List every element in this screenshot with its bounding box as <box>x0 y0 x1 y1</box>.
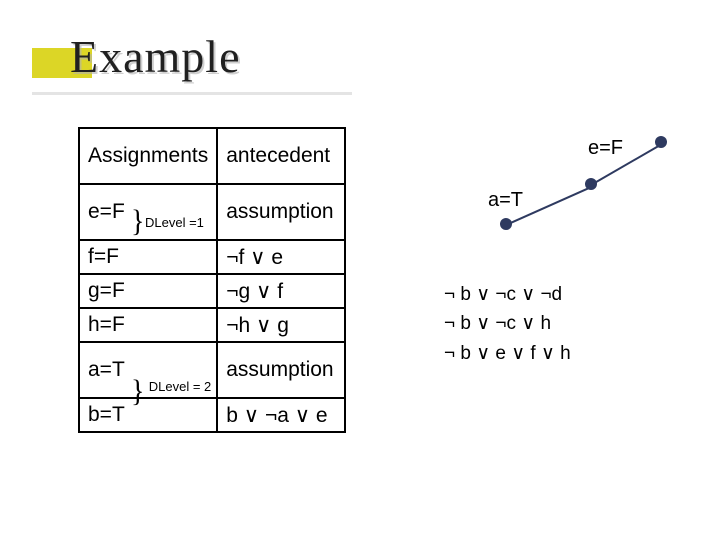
title-underline <box>32 92 352 95</box>
dlevel-label-1: DLevel =1 <box>145 216 204 230</box>
cell-assign: g=F <box>79 274 217 308</box>
clause-item: ¬ b ∨ e ∨ f ∨ h <box>444 339 571 368</box>
cell-assign: h=F <box>79 308 217 342</box>
node-label-aT: a=T <box>488 189 523 212</box>
table-row: h=F ¬h ∨ g <box>79 308 345 342</box>
table-row: g=F ¬g ∨ f <box>79 274 345 308</box>
dlevel-label-2: DLevel = 2 <box>148 380 212 394</box>
cell-ant: b ∨ ¬a ∨ e <box>217 398 345 432</box>
implication-graph: e=F a=T <box>430 128 710 278</box>
cell-assign: b=T <box>79 398 217 432</box>
table-row: e=F assumption <box>79 184 345 240</box>
clause-list: ¬ b ∨ ¬c ∨ ¬d ¬ b ∨ ¬c ∨ h ¬ b ∨ e ∨ f ∨… <box>444 280 571 368</box>
assignments-table: Assignments antecedent e=F assumption f=… <box>78 127 346 433</box>
cell-ant: ¬g ∨ f <box>217 274 345 308</box>
brace-icon: } <box>131 374 144 409</box>
header-assignments: Assignments <box>79 128 217 184</box>
clause-item: ¬ b ∨ ¬c ∨ ¬d <box>444 280 571 309</box>
cell-ant: ¬f ∨ e <box>217 240 345 274</box>
table-row: Assignments antecedent <box>79 128 345 184</box>
header-antecedent: antecedent <box>217 128 345 184</box>
cell-ant: assumption <box>217 184 345 240</box>
cell-ant: assumption <box>217 342 345 398</box>
table-row: f=F ¬f ∨ e <box>79 240 345 274</box>
cell-assign: f=F <box>79 240 217 274</box>
cell-ant: ¬h ∨ g <box>217 308 345 342</box>
node-label-eF: e=F <box>588 137 623 160</box>
clause-item: ¬ b ∨ ¬c ∨ h <box>444 309 571 338</box>
title-wrap: Example Example <box>70 30 241 83</box>
cell-assign: e=F <box>79 184 217 240</box>
table-row: a=T assumption <box>79 342 345 398</box>
page-title: Example <box>70 30 241 83</box>
brace-icon: } <box>131 204 144 239</box>
table-row: b=T b ∨ ¬a ∨ e <box>79 398 345 432</box>
slide: Example Example Assignments antecedent e… <box>0 0 720 540</box>
